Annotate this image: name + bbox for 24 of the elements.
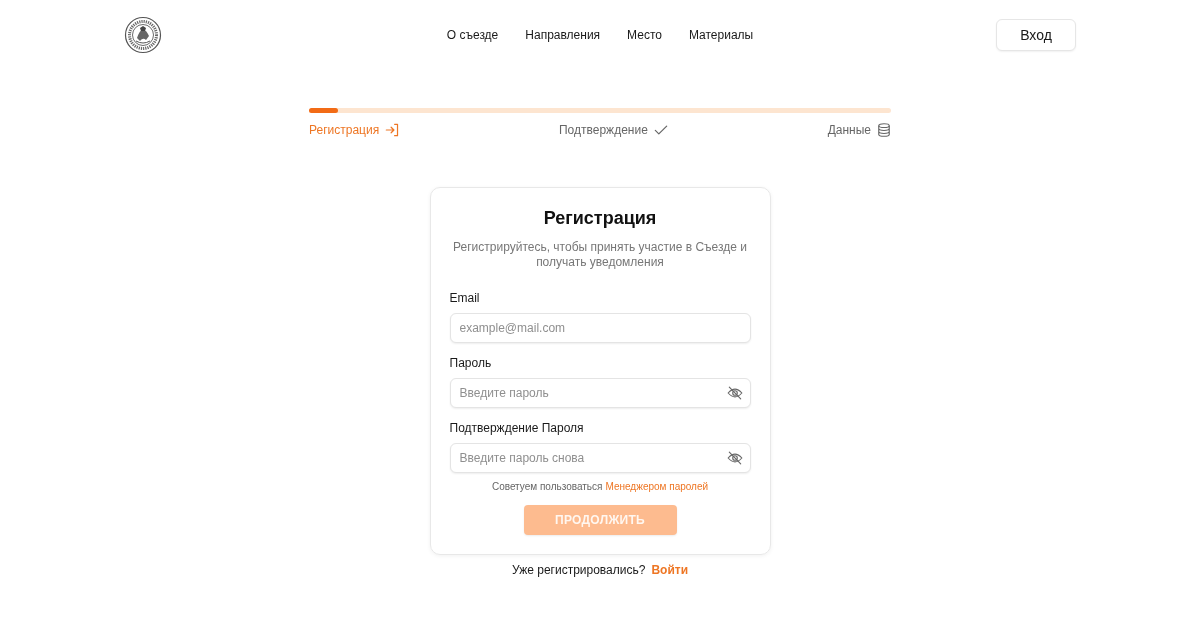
database-icon: [877, 123, 891, 137]
password-field[interactable]: Введите пароль снова: [449, 443, 751, 473]
check-icon: [653, 123, 668, 137]
step-label[interactable]: Подтверждение: [559, 123, 668, 137]
nav-link[interactable]: Место: [627, 28, 662, 42]
login-arrow-icon: [385, 123, 400, 137]
field-label: Email: [449, 291, 481, 306]
field-label: Подтверждение Пароля: [449, 421, 585, 436]
form-subtitle: Регистрируйтесь, чтобы принять участие в Съезде и получать уведомления: [452, 240, 748, 270]
password-field[interactable]: Введите пароль: [449, 378, 751, 408]
login-button[interactable]: Вход: [996, 19, 1076, 51]
email-field[interactable]: example@mail.com: [449, 313, 751, 343]
password-manager-link[interactable]: Менеджером паролей: [605, 480, 709, 493]
already-registered-text: Уже регистрировались?: [511, 563, 646, 577]
nav-link[interactable]: Направления: [525, 28, 601, 42]
step-label[interactable]: Данные: [827, 123, 891, 137]
nav-link[interactable]: О съезде: [446, 28, 499, 42]
field-label: Пароль: [449, 356, 493, 371]
eye-off-icon[interactable]: [726, 386, 743, 400]
round-seal-logo[interactable]: [124, 16, 162, 54]
nav-link[interactable]: Материалы: [688, 28, 754, 42]
hint-text: Советуем пользоваться: [491, 480, 603, 493]
form-title: Регистрация: [542, 207, 658, 230]
eye-off-icon[interactable]: [726, 451, 743, 465]
